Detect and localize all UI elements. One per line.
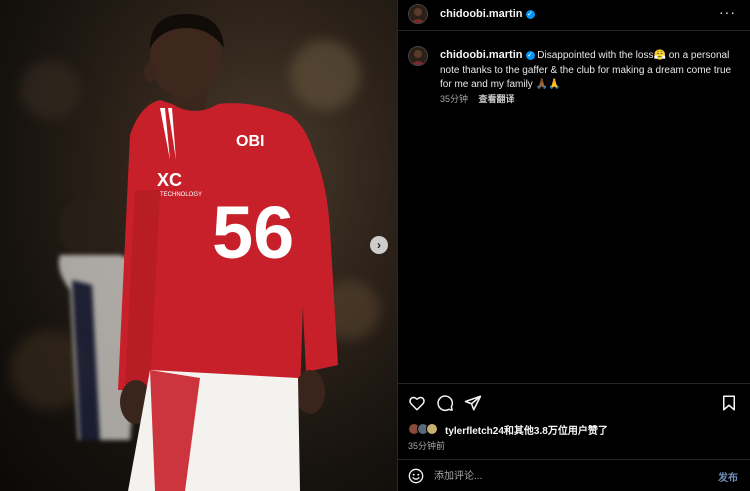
instagram-post-modal: OBI 56 XC TECHNOLOGY › chidoobi.martin ✓ … — [0, 0, 750, 491]
header-username-text[interactable]: chidoobi.martin — [440, 8, 523, 20]
comment-input[interactable] — [434, 467, 694, 485]
post-side-panel: chidoobi.martin ✓ ··· chidoobi.martin ✓ Di… — [397, 0, 750, 491]
heart-icon[interactable] — [408, 394, 426, 412]
player-photo: OBI 56 XC TECHNOLOGY — [58, 14, 338, 491]
verified-badge-icon: ✓ — [525, 9, 535, 19]
post-header: chidoobi.martin ✓ ··· — [398, 0, 750, 31]
caption-time: 35分钟 — [440, 94, 469, 104]
header-username[interactable]: chidoobi.martin ✓ — [440, 8, 535, 20]
emoji-icon[interactable] — [408, 468, 424, 484]
caption-text: chidoobi.martin ✓ Disappointed with the l… — [440, 48, 740, 93]
post-comment-button[interactable]: 发布 — [718, 469, 738, 484]
comment-bar: 发布 — [398, 459, 750, 491]
more-options-button[interactable]: ··· — [719, 5, 736, 19]
caption-verified-badge-icon: ✓ — [525, 50, 535, 60]
sponsor-logo: XC — [157, 170, 182, 190]
bookmark-icon[interactable] — [720, 394, 738, 412]
avatar[interactable] — [408, 4, 428, 24]
likes-summary[interactable]: tylerfletch24和其他3.8万位用户赞了 — [408, 421, 608, 437]
comment-icon[interactable] — [436, 394, 454, 412]
avatar-image — [409, 5, 427, 23]
likes-text[interactable]: tylerfletch24和其他3.8万位用户赞了 — [445, 422, 608, 437]
post-timestamp[interactable]: 35分钟前 — [408, 439, 445, 452]
next-image-button[interactable]: › — [370, 236, 388, 254]
caption-meta: 35分钟 查看翻译 — [440, 92, 515, 105]
caption-avatar[interactable] — [408, 46, 428, 66]
caption-avatar-image — [409, 47, 427, 65]
share-icon[interactable] — [464, 394, 482, 412]
liker-avatar — [426, 423, 438, 435]
jersey-number: 56 — [212, 191, 294, 274]
jersey-name: OBI — [236, 133, 264, 150]
action-bar — [398, 383, 750, 420]
post-image[interactable]: OBI 56 XC TECHNOLOGY › — [0, 0, 397, 491]
see-translation-link[interactable]: 查看翻译 — [479, 94, 515, 104]
sponsor-subtext: TECHNOLOGY — [160, 192, 202, 198]
caption-username[interactable]: chidoobi.martin — [440, 49, 523, 61]
